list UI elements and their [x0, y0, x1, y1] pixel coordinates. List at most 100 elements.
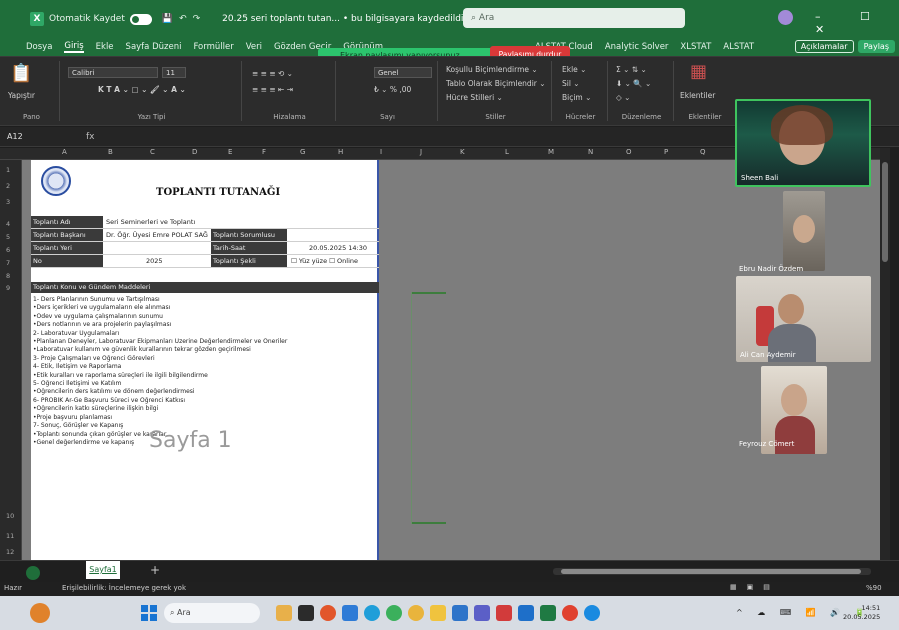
list-item[interactable]: •Ders içerikleri ve uygulamaların ele al…: [33, 304, 373, 312]
tab-insert[interactable]: Ekle: [96, 42, 114, 52]
window-controls[interactable]: – ☐ ✕: [815, 10, 899, 36]
col-header[interactable]: E: [228, 148, 232, 156]
list-item[interactable]: 4- Etik, İletişim ve Raporlama: [33, 363, 373, 371]
taskbar-app-icon[interactable]: [452, 605, 468, 621]
taskbar-app-icon[interactable]: [342, 605, 358, 621]
tab-analytic-solver[interactable]: Analytic Solver: [605, 42, 669, 52]
delete-cells-button[interactable]: Sil ⌄: [562, 79, 580, 88]
row-header[interactable]: 1: [6, 166, 10, 174]
share-button[interactable]: Paylaş: [857, 40, 895, 53]
selected-shape[interactable]: [411, 292, 446, 524]
list-item[interactable]: •Planlanan Deneyler, Laboratuvar Ekipman…: [33, 338, 373, 346]
col-header[interactable]: N: [588, 148, 593, 156]
row-header[interactable]: 10: [6, 512, 14, 520]
page-1[interactable]: TOPLANTI TUTANAĞI Toplantı Adı Seri Semi…: [31, 160, 379, 560]
list-item[interactable]: •Ödev ve uygulama çalışmalarının sunumu: [33, 313, 373, 321]
font-style-buttons[interactable]: K T A ⌄ ▢ ⌄ 🖌 ⌄ A ⌄: [98, 85, 186, 94]
view-buttons[interactable]: ▦▣▤: [730, 583, 780, 591]
video-tile[interactable]: Ali Can Aydemir: [736, 276, 871, 362]
taskbar-app-icon[interactable]: [496, 605, 512, 621]
search-box[interactable]: ⌕ Ara: [463, 8, 685, 28]
sheet-nav-icon[interactable]: [26, 566, 40, 580]
sheet-tab-sayfa1[interactable]: Sayfa1: [86, 561, 120, 579]
table-row[interactable]: Toplantı Başkanı Dr. Öğr. Üyesi Emre POL…: [31, 229, 379, 242]
col-header[interactable]: C: [150, 148, 155, 156]
teams-icon[interactable]: [474, 605, 490, 621]
font-name-select[interactable]: Calibri: [68, 67, 158, 78]
insert-cells-button[interactable]: Ekle ⌄: [562, 65, 586, 74]
chrome-icon[interactable]: [408, 605, 424, 621]
tab-file[interactable]: Dosya: [26, 42, 52, 52]
tab-alstat[interactable]: ALSTAT: [723, 42, 754, 52]
align-bottom-icons[interactable]: ≡ ≡ ≡ ⇤ ⇥: [252, 85, 293, 94]
taskbar-clock[interactable]: 14:51 20.05.2025: [843, 604, 880, 622]
file-explorer-icon[interactable]: [430, 605, 446, 621]
taskbar-app-icon[interactable]: [386, 605, 402, 621]
video-tile-speaker[interactable]: Sheen Bali: [735, 99, 871, 187]
account-avatar[interactable]: [778, 10, 793, 25]
col-header[interactable]: J: [420, 148, 422, 156]
list-item[interactable]: •Öğrencilerin ders katılımı ve dönem değ…: [33, 388, 373, 396]
zoom-icon[interactable]: [584, 605, 600, 621]
windows-start-icon[interactable]: [141, 605, 157, 621]
col-header[interactable]: P: [664, 148, 668, 156]
list-item[interactable]: •Öğrencilerin katkı süreçlerine ilişkin …: [33, 405, 373, 413]
edge-icon[interactable]: [364, 605, 380, 621]
table-row[interactable]: No 2025 Toplantı Şekli ☐ Yüz yüze ☐ Onli…: [31, 255, 379, 268]
col-header[interactable]: K: [460, 148, 465, 156]
tab-page-layout[interactable]: Sayfa Düzeni: [126, 42, 182, 52]
font-size-select[interactable]: 11: [162, 67, 186, 78]
list-item[interactable]: •Ders notlarının ve ara projelerin payla…: [33, 321, 373, 329]
accessibility-status[interactable]: Erişilebilirlik: İncelemeye gerek yok: [62, 584, 186, 592]
col-header[interactable]: Q: [700, 148, 706, 156]
tab-home[interactable]: Giriş: [64, 41, 84, 53]
col-header[interactable]: H: [338, 148, 343, 156]
row-header[interactable]: 3: [6, 198, 10, 206]
autosum-icon[interactable]: Σ ⌄ ⇅ ⌄: [616, 65, 647, 74]
comments-button[interactable]: Açıklamalar: [794, 40, 854, 53]
col-header[interactable]: A: [62, 148, 67, 156]
list-item[interactable]: •Laboratuvar kullanım ve güvenlik kurall…: [33, 346, 373, 354]
number-format-icons[interactable]: ₺ ⌄ % ,00: [374, 85, 411, 94]
col-header[interactable]: O: [626, 148, 632, 156]
taskbar-app-icon[interactable]: [320, 605, 336, 621]
fx-icon[interactable]: fx: [86, 132, 95, 142]
video-tile[interactable]: [783, 191, 825, 271]
vertical-scrollbar-thumb[interactable]: [882, 162, 888, 262]
align-top-icons[interactable]: ≡ ≡ ≡ ⟲ ⌄: [252, 69, 293, 78]
taskbar-app-icon[interactable]: [276, 605, 292, 621]
horizontal-scrollbar-thumb[interactable]: [561, 569, 861, 574]
outlook-icon[interactable]: [518, 605, 534, 621]
format-as-table-button[interactable]: Tablo Olarak Biçimlendir ⌄: [446, 79, 546, 88]
quick-access-icons[interactable]: 💾↶↷: [162, 14, 206, 24]
file-title[interactable]: 20.25 seri toplantı tutan... • bu bilgis…: [222, 14, 474, 24]
number-format-select[interactable]: Genel: [374, 67, 432, 78]
clear-icon[interactable]: ◇ ⌄: [616, 93, 630, 102]
row-header[interactable]: 9: [6, 284, 10, 292]
list-item[interactable]: •Etik kuralları ve raporlama süreçleri i…: [33, 372, 373, 380]
weather-icon[interactable]: [30, 603, 50, 623]
addins-label[interactable]: Eklentiler: [680, 91, 715, 100]
taskbar-search[interactable]: ⌕ Ara: [164, 603, 260, 623]
format-cells-button[interactable]: Biçim ⌄: [562, 93, 591, 102]
col-header[interactable]: F: [262, 148, 266, 156]
paste-label[interactable]: Yapıştır: [8, 91, 35, 100]
taskbar-app-icon[interactable]: [562, 605, 578, 621]
vertical-scrollbar[interactable]: [880, 148, 890, 560]
col-header[interactable]: I: [380, 148, 382, 156]
table-row[interactable]: Toplantı Adı Seri Seminerleri ve Toplant…: [31, 216, 379, 229]
list-item[interactable]: 3- Proje Çalışmaları ve Öğrenci Görevler…: [33, 355, 373, 363]
col-header[interactable]: G: [300, 148, 305, 156]
row-header[interactable]: 2: [6, 182, 10, 190]
list-item[interactable]: 6- PROBİK Ar-Ge Başvuru Süreci ve Öğrenc…: [33, 397, 373, 405]
col-header[interactable]: D: [192, 148, 197, 156]
list-item[interactable]: 5- Öğrenci İletişimi ve Katılım: [33, 380, 373, 388]
row-header[interactable]: 4: [6, 220, 10, 228]
row-header[interactable]: 7: [6, 259, 10, 267]
taskbar-app-icon[interactable]: [298, 605, 314, 621]
col-header[interactable]: M: [548, 148, 554, 156]
table-row[interactable]: Toplantı Yeri Tarih-Saat 20.05.2025 14:3…: [31, 242, 379, 255]
row-header[interactable]: 8: [6, 272, 10, 280]
row-header[interactable]: 12: [6, 548, 14, 556]
zoom-level[interactable]: %90: [866, 584, 882, 592]
